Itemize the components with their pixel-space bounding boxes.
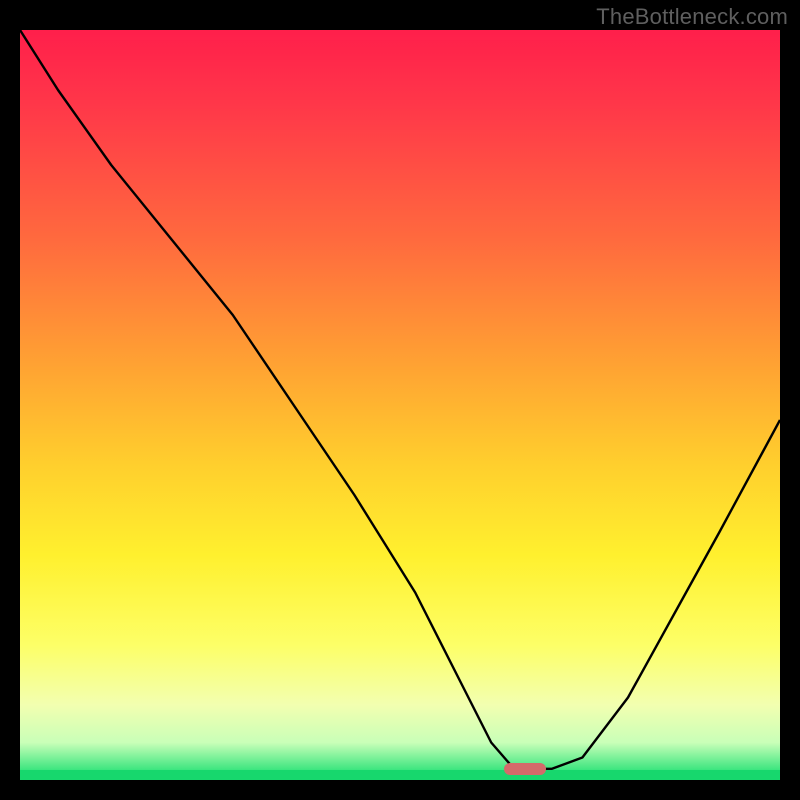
bottleneck-curve <box>20 30 780 780</box>
optimum-marker <box>504 763 546 775</box>
plot-area <box>20 30 780 780</box>
chart-frame: TheBottleneck.com <box>0 0 800 800</box>
watermark-text: TheBottleneck.com <box>596 4 788 30</box>
